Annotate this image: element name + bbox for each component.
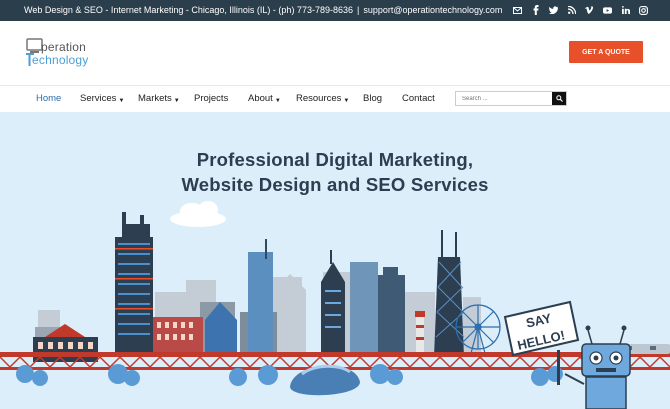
hero-banner: Professional Digital Marketing, Website … [0, 112, 670, 409]
nav-item-contact[interactable]: Contact [402, 93, 435, 104]
vimeo-icon[interactable] [585, 4, 594, 16]
chicago-skyline-illustration: SAY HELLO! [0, 201, 670, 409]
search-icon [555, 95, 563, 102]
nav-item-label: Markets [138, 93, 172, 104]
logo-text-operation: peration [41, 40, 86, 54]
nav-item-resources[interactable]: Resources ▼ [296, 93, 349, 104]
rss-icon[interactable] [567, 4, 576, 16]
site-logo[interactable]: peration echnology [26, 38, 116, 70]
top-bar: Web Design & SEO - Internet Marketing - … [0, 0, 670, 21]
nav-item-label: Services [80, 93, 117, 104]
nav-item-label: Contact [402, 93, 435, 104]
site-header: peration echnology GET A QUOTE [0, 21, 670, 85]
chevron-down-icon: ▼ [173, 98, 180, 104]
chevron-down-icon: ▼ [343, 98, 350, 104]
contact-info: Web Design & SEO - Internet Marketing - … [24, 5, 502, 15]
support-email-link[interactable]: support@operationtechnology.com [363, 5, 502, 15]
instagram-icon[interactable] [639, 4, 648, 16]
youtube-icon[interactable] [603, 4, 612, 16]
logo-text-technology: echnology [32, 53, 89, 67]
twitter-icon[interactable] [549, 4, 558, 16]
tagline: Web Design & SEO - Internet Marketing - … [24, 5, 353, 15]
nav-item-home[interactable]: Home [36, 93, 61, 104]
willis-tower [115, 212, 153, 357]
facebook-icon[interactable] [531, 4, 540, 16]
cloud-shape [170, 201, 226, 227]
nav-item-label: Blog [363, 93, 383, 104]
nav-item-markets[interactable]: Markets ▼ [138, 93, 180, 104]
nav-item-blog[interactable]: Blog [363, 93, 382, 104]
nav-item-projects[interactable]: Projects [194, 93, 228, 104]
red-building [153, 317, 203, 357]
nav-item-label: Projects [194, 93, 229, 104]
nav-item-label: Resources [296, 93, 342, 104]
nav-item-about[interactable]: About ▼ [248, 93, 281, 104]
nav-item-services[interactable]: Services ▼ [80, 93, 124, 104]
social-links [513, 4, 648, 16]
nav-item-label: About [248, 93, 273, 104]
search-box [455, 91, 567, 106]
mail-icon[interactable] [513, 4, 522, 16]
cloud-gate-bean [290, 364, 360, 396]
lighthouse [415, 311, 425, 357]
chevron-down-icon: ▼ [274, 98, 281, 104]
main-navigation: Home Services ▼ Markets ▼ Projects About ▼ … [0, 85, 670, 112]
nav-item-label: Home [36, 93, 62, 104]
search-input[interactable] [456, 92, 552, 105]
linkedin-icon[interactable] [621, 4, 630, 16]
chevron-down-icon: ▼ [118, 98, 125, 104]
separator: | [356, 5, 360, 15]
get-a-quote-button[interactable]: GET A QUOTE [569, 41, 643, 63]
search-button[interactable] [552, 92, 566, 105]
